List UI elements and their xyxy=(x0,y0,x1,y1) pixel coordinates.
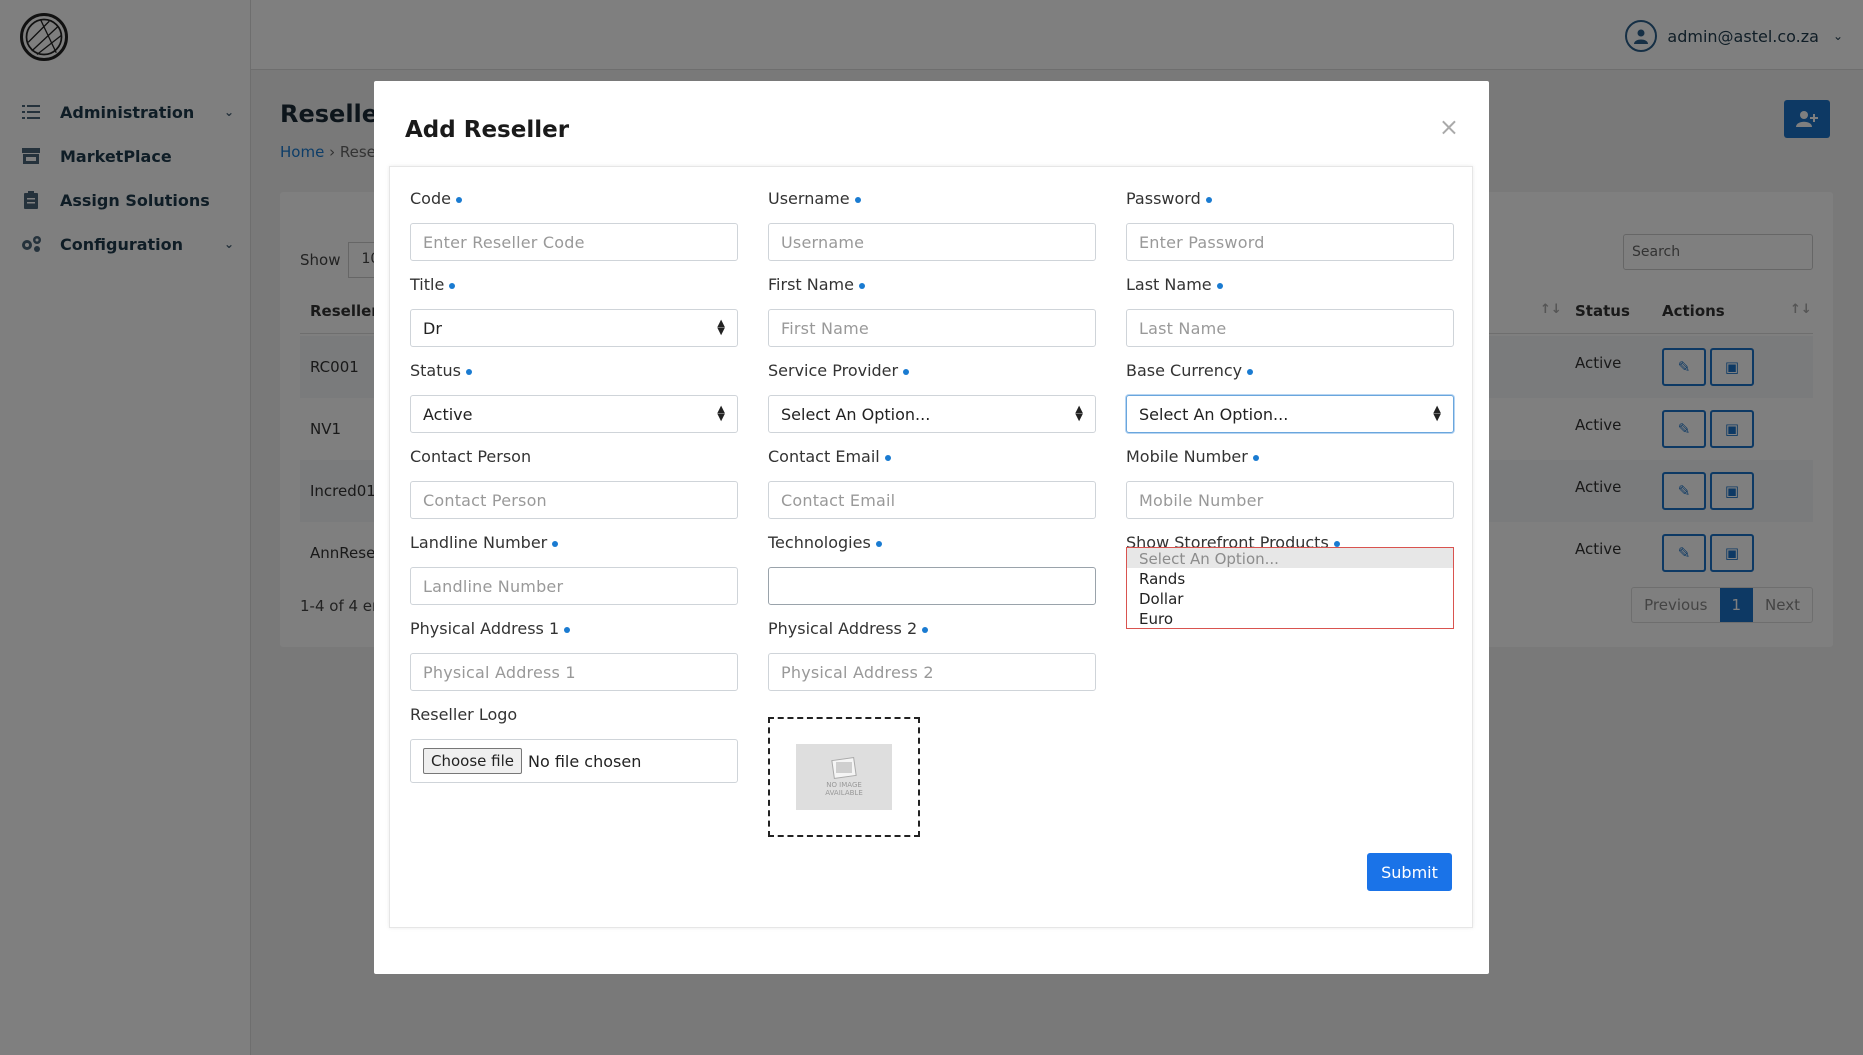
title-select[interactable]: Dr ▲ ▼ xyxy=(410,309,738,347)
dropdown-option-euro[interactable]: Euro xyxy=(1127,608,1453,628)
close-icon[interactable]: × xyxy=(1439,113,1459,141)
reseller-logo-field-group: Reseller Logo Choose file No file chosen xyxy=(410,705,738,783)
contact-email-label: Contact Email xyxy=(768,447,1096,469)
physical-address-1-field-group: Physical Address 1 Physical Address 1 xyxy=(410,619,738,691)
service-provider-select[interactable]: Select An Option... ▲ ▼ xyxy=(768,395,1096,433)
service-provider-label: Service Provider xyxy=(768,361,1096,383)
base-currency-dropdown-list[interactable]: Select An Option... Rands Dollar Euro xyxy=(1126,547,1454,629)
required-indicator xyxy=(903,368,910,375)
image-icon xyxy=(831,757,857,780)
code-input[interactable]: Enter Reseller Code xyxy=(410,223,738,261)
base-currency-field-group: Base Currency Select An Option... ▲ ▼ xyxy=(1126,361,1454,433)
base-currency-label: Base Currency xyxy=(1126,361,1454,383)
status-field-group: Status Active ▲ ▼ xyxy=(410,361,738,433)
first-name-label: First Name xyxy=(768,275,1096,297)
file-status-text: No file chosen xyxy=(528,751,642,771)
physical-address-2-label: Physical Address 2 xyxy=(768,619,1096,641)
required-indicator xyxy=(564,626,571,633)
technologies-label: Technologies xyxy=(768,533,1096,555)
dropdown-option-rands[interactable]: Rands xyxy=(1127,568,1453,588)
required-indicator xyxy=(1252,454,1259,461)
reseller-logo-label: Reseller Logo xyxy=(410,705,518,724)
required-indicator xyxy=(854,196,861,203)
submit-button[interactable]: Submit xyxy=(1367,853,1452,891)
contact-person-field-group: Contact Person Contact Person xyxy=(410,447,738,519)
required-indicator xyxy=(884,454,891,461)
physical-address-1-label: Physical Address 1 xyxy=(410,619,738,641)
mobile-number-field-group: Mobile Number Mobile Number xyxy=(1126,447,1454,519)
status-label: Status xyxy=(410,361,738,383)
required-indicator xyxy=(858,282,865,289)
last-name-label: Last Name xyxy=(1126,275,1454,297)
landline-number-label: Landline Number xyxy=(410,533,738,555)
modal-title: Add Reseller xyxy=(405,117,570,143)
status-select[interactable]: Active ▲ ▼ xyxy=(410,395,738,433)
technologies-input[interactable] xyxy=(768,567,1096,605)
contact-email-field-group: Contact Email Contact Email xyxy=(768,447,1096,519)
username-input[interactable]: Username xyxy=(768,223,1096,261)
required-indicator xyxy=(1205,196,1212,203)
no-image-text-line2: AVAILABLE xyxy=(825,789,863,797)
last-name-input[interactable]: Last Name xyxy=(1126,309,1454,347)
add-reseller-modal: Add Reseller × Code Enter Reseller Code … xyxy=(374,81,1489,974)
title-field-group: Title Dr ▲ ▼ xyxy=(410,275,738,347)
password-input[interactable]: Enter Password xyxy=(1126,223,1454,261)
mobile-number-input[interactable]: Mobile Number xyxy=(1126,481,1454,519)
dropdown-option-dollar[interactable]: Dollar xyxy=(1127,588,1453,608)
first-name-input[interactable]: First Name xyxy=(768,309,1096,347)
no-image-placeholder: NO IMAGE AVAILABLE xyxy=(796,744,892,810)
no-image-text-line1: NO IMAGE xyxy=(826,781,862,789)
mobile-number-label: Mobile Number xyxy=(1126,447,1454,469)
required-indicator xyxy=(449,282,456,289)
required-indicator xyxy=(455,196,462,203)
landline-number-field-group: Landline Number Landline Number xyxy=(410,533,738,605)
required-indicator xyxy=(552,540,559,547)
contact-email-input[interactable]: Contact Email xyxy=(768,481,1096,519)
dropdown-option-placeholder[interactable]: Select An Option... xyxy=(1127,548,1453,568)
required-indicator xyxy=(465,368,472,375)
select-arrows-icon: ▲ ▼ xyxy=(717,404,725,423)
select-arrows-icon: ▲ ▼ xyxy=(1075,404,1083,423)
landline-number-input[interactable]: Landline Number xyxy=(410,567,738,605)
physical-address-2-input[interactable]: Physical Address 2 xyxy=(768,653,1096,691)
required-indicator xyxy=(875,540,882,547)
physical-address-2-field-group: Physical Address 2 Physical Address 2 xyxy=(768,619,1096,691)
password-field-group: Password Enter Password xyxy=(1126,189,1454,261)
required-indicator xyxy=(1333,540,1340,547)
title-label: Title xyxy=(410,275,738,297)
code-label: Code xyxy=(410,189,738,211)
physical-address-1-input[interactable]: Physical Address 1 xyxy=(410,653,738,691)
base-currency-select[interactable]: Select An Option... ▲ ▼ xyxy=(1126,395,1454,433)
password-label: Password xyxy=(1126,189,1454,211)
add-reseller-form: Code Enter Reseller Code Username Userna… xyxy=(389,166,1473,928)
required-indicator xyxy=(1216,282,1223,289)
service-provider-field-group: Service Provider Select An Option... ▲ ▼ xyxy=(768,361,1096,433)
contact-person-input[interactable]: Contact Person xyxy=(410,481,738,519)
last-name-field-group: Last Name Last Name xyxy=(1126,275,1454,347)
select-arrows-icon: ▲ ▼ xyxy=(1433,404,1441,423)
required-indicator xyxy=(1247,368,1254,375)
code-field-group: Code Enter Reseller Code xyxy=(410,189,738,261)
select-arrows-icon: ▲ ▼ xyxy=(717,318,725,337)
contact-person-label: Contact Person xyxy=(410,447,532,466)
logo-preview: NO IMAGE AVAILABLE xyxy=(768,717,920,837)
first-name-field-group: First Name First Name xyxy=(768,275,1096,347)
username-field-group: Username Username xyxy=(768,189,1096,261)
choose-file-button[interactable]: Choose file xyxy=(423,748,522,774)
technologies-field-group: Technologies xyxy=(768,533,1096,605)
username-label: Username xyxy=(768,189,1096,211)
required-indicator xyxy=(922,626,929,633)
reseller-logo-file-input[interactable]: Choose file No file chosen xyxy=(410,739,738,783)
